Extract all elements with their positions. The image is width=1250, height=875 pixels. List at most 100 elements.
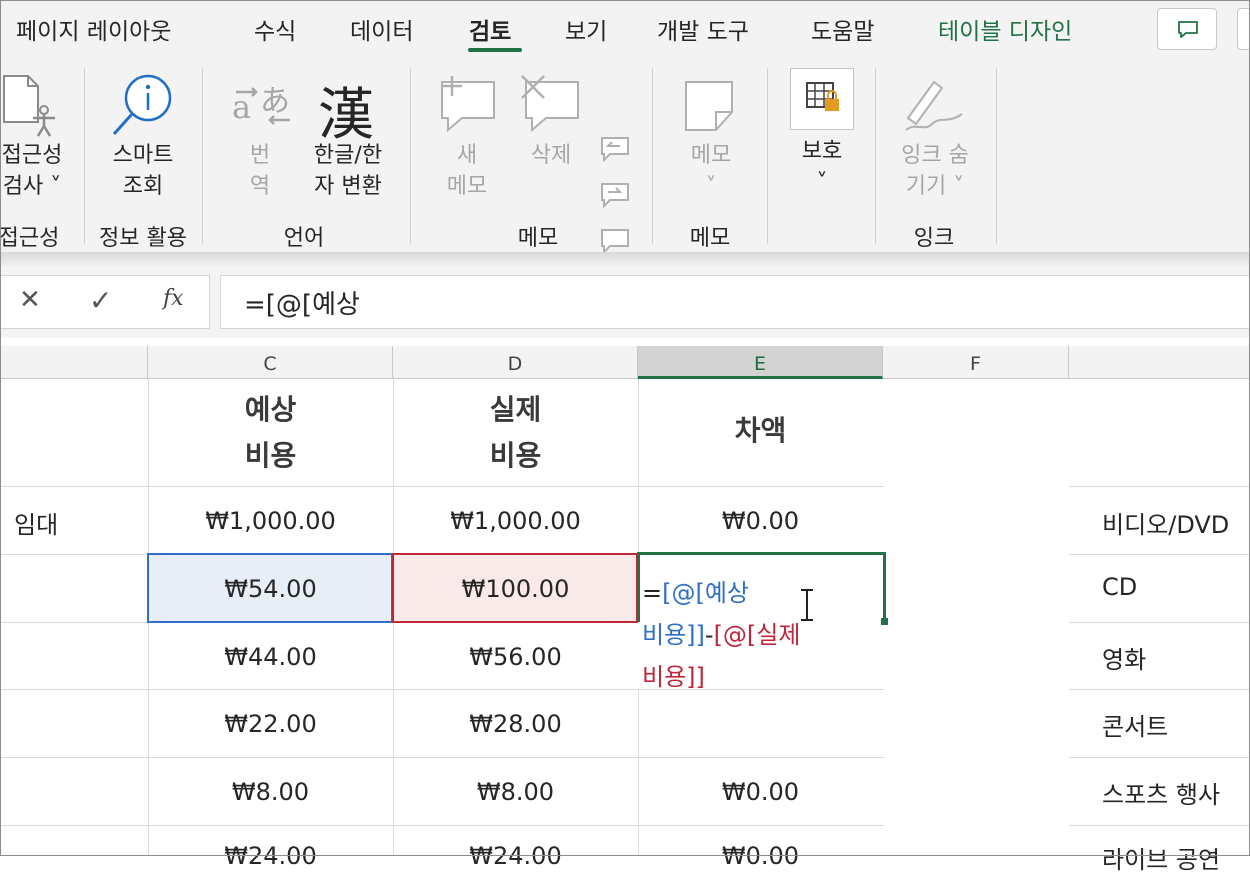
hide-ink-icon [905,80,963,131]
list-item-sports[interactable]: 스포츠 행사 [1102,775,1220,810]
formula-text: =[@[예상 [244,290,360,320]
cell-actual[interactable]: ₩100.00 [393,575,638,603]
fill-handle[interactable] [881,618,888,625]
comment-icon [1178,21,1198,38]
cell-difference[interactable]: ₩0.00 [638,842,883,870]
cell-difference[interactable]: ₩0.00 [638,507,883,535]
grid-line [0,689,884,690]
smart-lookup-icon [112,74,172,136]
tab-developer[interactable]: 개발 도구 [657,12,749,46]
column-header-e[interactable]: E [638,346,883,379]
grid-line [1069,622,1250,623]
group-label-notes: 메모 [689,226,731,251]
menu-bar: 페이지 레이아웃 수식 데이터 검토 보기 개발 도구 도움말 테이블 디자인 [0,0,1250,60]
cell-expected[interactable]: ₩54.00 [148,575,393,603]
header-expected-cost[interactable]: 예상 비용 [148,387,393,479]
grid-line [0,486,884,487]
enter-icon[interactable]: ✓ [89,284,112,317]
translate-button[interactable]: 번역 [236,140,284,202]
list-item-cd[interactable]: CD [1102,573,1137,601]
delete-comment-button[interactable]: 삭제 [520,140,582,171]
ribbon-separator [767,68,768,244]
ribbon-separator [410,68,411,244]
tab-view[interactable]: 보기 [565,12,607,46]
show-comments-icon[interactable] [598,226,632,254]
ribbon-separator [202,68,203,244]
tab-data[interactable]: 데이터 [350,12,413,46]
insert-function-icon[interactable]: fx [163,286,184,311]
protect-icon [790,68,854,130]
cell-expected[interactable]: ₩1,000.00 [148,507,393,535]
ribbon-separator [996,68,997,244]
ribbon-separator [652,68,653,244]
edit-formula-line1: =[@[예상 [642,579,749,607]
hangul-hanja-convert-button[interactable]: 한글/한 자 변환 [300,140,396,202]
tab-review[interactable]: 검토 [469,12,511,46]
cell-actual[interactable]: ₩8.00 [393,778,638,806]
grid-line [1069,689,1250,690]
formula-buttons-area: ✕ ✓ fx [0,275,210,329]
comments-button[interactable] [1157,8,1217,50]
column-header-d[interactable]: D [393,346,638,379]
grid-line [0,825,884,826]
formula-input[interactable] [220,275,1250,329]
group-label-language: 언어 [283,226,325,251]
tab-help[interactable]: 도움말 [811,12,874,46]
next-comment-icon[interactable] [598,180,632,208]
list-item-live-show[interactable]: 라이브 공연 [1102,840,1220,875]
column-header-g[interactable] [1069,346,1250,379]
cell-actual[interactable]: ₩28.00 [393,710,638,738]
edit-formula-line2: 비용]]-[@[실제 [642,621,801,649]
previous-comment-icon[interactable] [598,134,632,162]
header-difference[interactable]: 차액 [638,408,883,454]
tab-table-design[interactable]: 테이블 디자인 [938,12,1072,46]
cell-actual[interactable]: ₩24.00 [393,842,638,870]
accessibility-check-icon [3,75,55,137]
ribbon-separator [84,68,85,244]
column-headers: C D E F [0,346,1250,379]
protect-button[interactable]: 보호 ˅ [786,136,858,198]
smart-lookup-button[interactable]: 스마트 조회 [100,140,186,202]
delete-comment-icon [521,75,579,133]
cancel-icon[interactable]: ✕ [19,285,41,315]
cell-expected[interactable]: ₩8.00 [148,778,393,806]
header-actual-cost[interactable]: 실제 비용 [393,387,638,479]
cell-actual[interactable]: ₩1,000.00 [393,507,638,535]
grid-line [0,757,884,758]
tab-formulas[interactable]: 수식 [254,12,296,46]
cell-expected[interactable]: ₩22.00 [148,710,393,738]
new-comment-icon [441,76,495,133]
ribbon-separator [875,68,876,244]
cell-actual[interactable]: ₩56.00 [393,643,638,671]
column-header-b[interactable] [0,346,148,379]
hanja-convert-icon: 漢 [318,83,374,148]
hide-ink-button[interactable]: 잉크 숨 기기 ˅ [890,140,980,202]
group-label-ink: 잉크 [913,226,955,251]
active-tab-indicator [468,48,522,52]
text-cursor-icon [801,589,813,621]
grid-line [1069,757,1250,758]
notes-button[interactable]: 메모 ˅ [676,140,746,202]
cell-expected[interactable]: ₩44.00 [148,643,393,671]
grid-line [1069,825,1250,826]
edit-formula-line3: 비용]] [642,663,705,691]
list-item-movie[interactable]: 영화 [1102,640,1146,675]
grid-line [1069,554,1250,555]
cell-difference[interactable]: ₩0.00 [638,778,883,806]
tab-page-layout[interactable]: 페이지 레이아웃 [16,12,171,46]
new-comment-button[interactable]: 새 메모 [436,140,498,202]
ribbon: 접근성 검사 ˅ 접근성 스마트 조회 정보 활용 a あ 번역 漢 한글/한 자 변… [0,60,1250,256]
group-label-accessibility: 접근성 [0,226,60,251]
notes-icon [685,81,733,131]
accessibility-check-button[interactable]: 접근성 검사 ˅ [0,140,70,202]
list-item-concert[interactable]: 콘서트 [1102,707,1168,742]
group-label-insights: 정보 활용 [99,226,187,251]
cell-b-row1[interactable]: 임대 [14,505,58,540]
grid-line [1069,486,1250,487]
cell-expected[interactable]: ₩24.00 [148,842,393,870]
share-button[interactable] [1237,8,1250,50]
column-header-c[interactable]: C [148,346,393,379]
column-header-f[interactable]: F [883,346,1069,379]
list-item-video-dvd[interactable]: 비디오/DVD [1102,505,1229,540]
translate-icon: a あ [232,84,290,126]
